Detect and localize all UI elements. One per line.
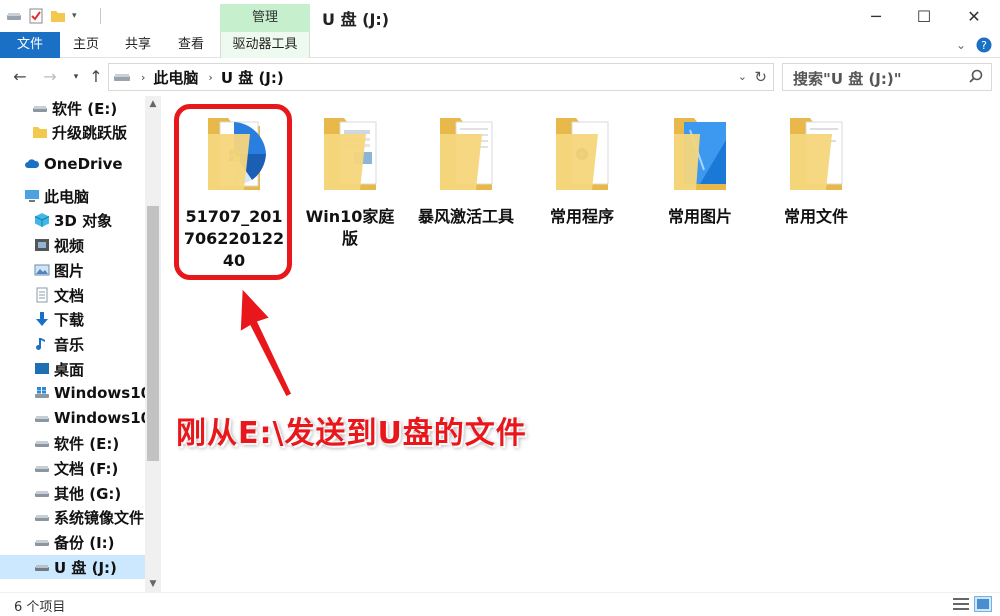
annotation-arrow [239, 286, 293, 399]
details-view-icon[interactable] [952, 596, 970, 612]
annotation-text: 刚从E:\发送到U盘的文件 [176, 416, 527, 451]
status-bar: 6 个项目 [0, 592, 1000, 616]
item-count: 6 个项目 [14, 600, 66, 615]
large-icons-view-icon[interactable] [974, 596, 992, 612]
view-toggles [952, 596, 992, 612]
